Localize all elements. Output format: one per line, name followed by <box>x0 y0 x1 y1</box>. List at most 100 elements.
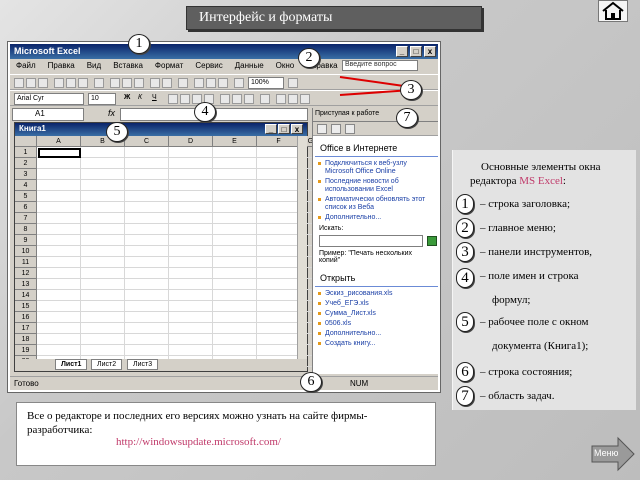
row-header[interactable]: 8 <box>15 224 37 235</box>
menu-insert[interactable]: Вставка <box>107 59 149 70</box>
help-icon[interactable] <box>288 78 298 88</box>
menu-button[interactable]: Меню <box>590 436 636 472</box>
sheet-tab-2[interactable]: Лист2 <box>91 359 123 370</box>
copy-icon[interactable] <box>122 78 132 88</box>
menu-window[interactable]: Окно <box>270 59 301 70</box>
select-all-corner[interactable] <box>15 136 37 147</box>
align-center-icon[interactable] <box>180 94 190 104</box>
link-more-2[interactable]: Дополнительно... <box>313 329 438 339</box>
column-header[interactable]: C <box>125 136 169 147</box>
save-icon[interactable] <box>38 78 48 88</box>
row-header[interactable]: 14 <box>15 290 37 301</box>
row-header[interactable]: 17 <box>15 323 37 334</box>
recent-file-1[interactable]: Эскиз_рисования.xls <box>313 289 438 299</box>
print-preview-icon[interactable] <box>78 78 88 88</box>
recent-file-2[interactable]: Учеб_ЕГЭ.xls <box>313 299 438 309</box>
search-input[interactable] <box>319 235 423 247</box>
link-auto-update[interactable]: Автоматически обновлять этот список из В… <box>313 195 438 213</box>
menu-format[interactable]: Формат <box>149 59 189 70</box>
row-header[interactable]: 13 <box>15 279 37 290</box>
forward-icon[interactable] <box>331 124 341 134</box>
home-button[interactable] <box>598 0 628 22</box>
fill-color-icon[interactable] <box>288 94 298 104</box>
indent-icon[interactable] <box>260 94 270 104</box>
underline-button[interactable]: Ч <box>150 93 162 105</box>
row-header[interactable]: 16 <box>15 312 37 323</box>
active-cell[interactable] <box>38 148 81 158</box>
spelling-icon[interactable] <box>94 78 104 88</box>
chart-icon[interactable] <box>234 78 244 88</box>
column-header[interactable]: A <box>37 136 81 147</box>
autosum-icon[interactable] <box>194 78 204 88</box>
sort-asc-icon[interactable] <box>206 78 216 88</box>
menu-file[interactable]: Файл <box>10 59 42 70</box>
row-header[interactable]: 11 <box>15 257 37 268</box>
column-header[interactable]: D <box>169 136 213 147</box>
name-box[interactable]: A1 <box>12 108 84 121</box>
link-office-online[interactable]: Подключиться к веб-узлу Microsoft Office… <box>313 159 438 177</box>
font-name-select[interactable]: Arial Cyr <box>14 93 84 105</box>
font-color-icon[interactable] <box>300 94 310 104</box>
search-label: Искать: <box>319 225 344 232</box>
undo-icon[interactable] <box>150 78 160 88</box>
bold-button[interactable]: Ж <box>122 93 134 105</box>
sheet-tab-1[interactable]: Лист1 <box>55 359 88 370</box>
column-header[interactable]: E <box>213 136 257 147</box>
row-header[interactable]: 10 <box>15 246 37 257</box>
zoom-select[interactable]: 100% <box>248 77 284 89</box>
minimize-button[interactable]: _ <box>396 46 408 57</box>
home-small-icon[interactable] <box>345 124 355 134</box>
print-icon[interactable] <box>66 78 76 88</box>
menu-data[interactable]: Данные <box>229 59 270 70</box>
link-news[interactable]: Последние новости об использовании Excel <box>313 177 438 195</box>
new-icon[interactable] <box>14 78 24 88</box>
vertical-scrollbar[interactable] <box>297 136 307 359</box>
recent-file-3[interactable]: Сумма_Лист.xls <box>313 309 438 319</box>
row-header[interactable]: 2 <box>15 158 37 169</box>
comma-icon[interactable] <box>244 94 254 104</box>
close-button[interactable]: x <box>424 46 436 57</box>
office-online-heading: Office в Интернете <box>315 140 438 157</box>
maximize-button[interactable]: □ <box>410 46 422 57</box>
menu-view[interactable]: Вид <box>81 59 107 70</box>
paste-icon[interactable] <box>134 78 144 88</box>
row-header[interactable]: 3 <box>15 169 37 180</box>
open-icon[interactable] <box>26 78 36 88</box>
workbook-close-button[interactable]: x <box>291 124 303 134</box>
recent-file-4[interactable]: 0506.xls <box>313 319 438 329</box>
back-icon[interactable] <box>317 124 327 134</box>
borders-icon[interactable] <box>276 94 286 104</box>
menu-tools[interactable]: Сервис <box>189 59 228 70</box>
menu-edit[interactable]: Правка <box>42 59 81 70</box>
currency-icon[interactable] <box>220 94 230 104</box>
row-header[interactable]: 7 <box>15 213 37 224</box>
row-header[interactable]: 4 <box>15 180 37 191</box>
ask-question-input[interactable]: Введите вопрос <box>342 60 418 71</box>
workbook-minimize-button[interactable]: _ <box>265 124 277 134</box>
row-header[interactable]: 18 <box>15 334 37 345</box>
permission-icon[interactable] <box>54 78 64 88</box>
row-header[interactable]: 1 <box>15 147 37 158</box>
row-header[interactable]: 15 <box>15 301 37 312</box>
task-pane-title[interactable]: Приступая к работе <box>315 110 379 117</box>
font-size-select[interactable]: 10 <box>88 93 116 105</box>
percent-icon[interactable] <box>232 94 242 104</box>
italic-button[interactable]: К <box>136 93 148 105</box>
row-header[interactable]: 9 <box>15 235 37 246</box>
row-header[interactable]: 5 <box>15 191 37 202</box>
create-workbook-link[interactable]: Создать книгу... <box>313 339 438 349</box>
column-header[interactable]: F <box>257 136 301 147</box>
row-header[interactable]: 6 <box>15 202 37 213</box>
redo-icon[interactable] <box>162 78 172 88</box>
row-header[interactable]: 19 <box>15 345 37 356</box>
workbook-maximize-button[interactable]: □ <box>278 124 290 134</box>
row-header[interactable]: 12 <box>15 268 37 279</box>
link-more-1[interactable]: Дополнительно... <box>313 213 438 223</box>
cut-icon[interactable] <box>110 78 120 88</box>
sheet-tab-3[interactable]: Лист3 <box>127 359 159 370</box>
developer-site-link[interactable]: http://windowsupdate.microsoft.com/ <box>116 436 281 448</box>
sort-desc-icon[interactable] <box>218 78 228 88</box>
hyperlink-icon[interactable] <box>178 78 188 88</box>
search-go-icon[interactable] <box>427 236 437 246</box>
align-left-icon[interactable] <box>168 94 178 104</box>
